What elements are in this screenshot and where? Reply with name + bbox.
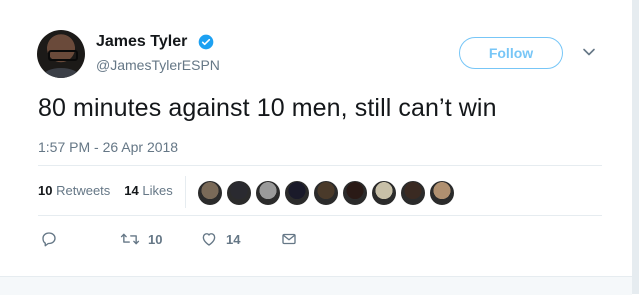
likes-stat[interactable]: 14 Likes bbox=[124, 183, 172, 198]
likes-count: 14 bbox=[124, 183, 139, 198]
heart-icon bbox=[202, 233, 216, 246]
retweet-count: 10 bbox=[148, 231, 163, 247]
page-scroll-edge bbox=[632, 0, 639, 294]
user-handle[interactable]: @JamesTylerESPN bbox=[96, 57, 220, 73]
retweets-stat[interactable]: 10 Retweets bbox=[38, 183, 110, 198]
divider bbox=[38, 215, 602, 216]
avatar-glasses bbox=[48, 50, 78, 61]
divider bbox=[38, 165, 602, 166]
retweets-count: 10 bbox=[38, 183, 53, 198]
reply-icon bbox=[42, 232, 56, 247]
likes-label: Likes bbox=[142, 183, 173, 198]
follow-button[interactable]: Follow bbox=[459, 37, 563, 69]
liker-avatar-6[interactable] bbox=[342, 180, 368, 206]
like-count: 14 bbox=[226, 231, 241, 247]
reply-button[interactable] bbox=[40, 230, 58, 248]
liker-avatar-5[interactable] bbox=[313, 180, 339, 206]
liker-avatar-9[interactable] bbox=[429, 180, 455, 206]
liker-avatars bbox=[197, 180, 455, 206]
tweet-timestamp[interactable]: 1:57 PM - 26 Apr 2018 bbox=[38, 139, 178, 155]
envelope-icon bbox=[282, 233, 296, 245]
direct-message-button[interactable] bbox=[280, 230, 298, 248]
liker-avatar-4[interactable] bbox=[284, 180, 310, 206]
liker-avatar-8[interactable] bbox=[400, 180, 426, 206]
liker-avatar-3[interactable] bbox=[255, 180, 281, 206]
liker-avatar-7[interactable] bbox=[371, 180, 397, 206]
avatar-shirt bbox=[43, 68, 79, 78]
like-button[interactable]: 14 bbox=[200, 230, 240, 248]
user-name[interactable]: James Tyler bbox=[96, 33, 187, 51]
tweet-card: James Tyler @JamesTylerESPN Follow 80 mi… bbox=[0, 0, 632, 294]
verified-badge-icon bbox=[198, 34, 214, 50]
liker-avatar-1[interactable] bbox=[197, 180, 223, 206]
retweet-icon bbox=[120, 233, 140, 245]
chevron-down-icon[interactable] bbox=[582, 45, 596, 59]
tweet-stats: 10 Retweets 14 Likes bbox=[38, 183, 173, 198]
retweet-button[interactable]: 10 bbox=[120, 230, 162, 248]
tweet-text: 80 minutes against 10 men, still can’t w… bbox=[38, 94, 497, 122]
avatar[interactable] bbox=[37, 30, 85, 78]
page-bottom-edge bbox=[0, 276, 632, 295]
liker-avatar-2[interactable] bbox=[226, 180, 252, 206]
retweets-label: Retweets bbox=[56, 183, 111, 198]
stats-separator bbox=[185, 176, 186, 208]
